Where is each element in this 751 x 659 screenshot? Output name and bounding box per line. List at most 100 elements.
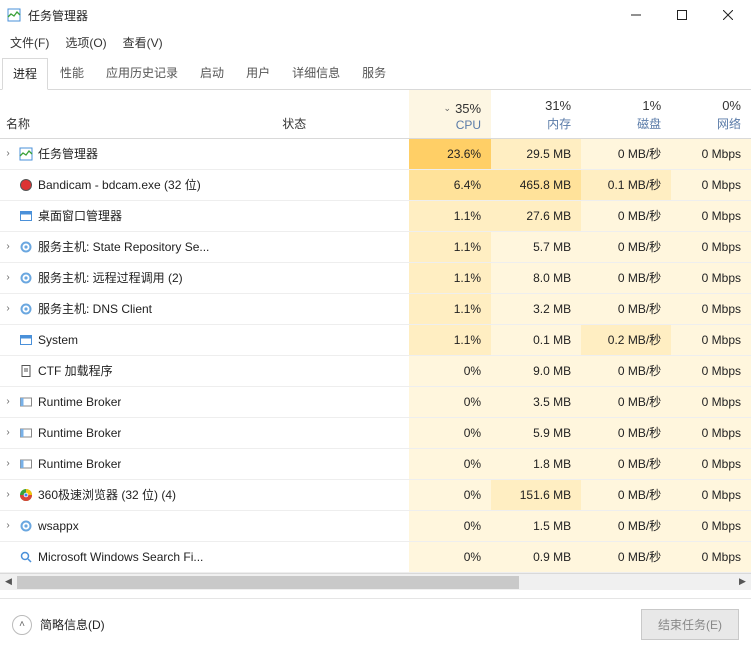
- gear-icon: [18, 301, 34, 317]
- cell-name: 桌面窗口管理器: [0, 200, 276, 231]
- scroll-thumb[interactable]: [17, 576, 519, 589]
- fewer-details-toggle[interactable]: ˄: [12, 615, 32, 635]
- col-net-label: 网络: [717, 117, 741, 131]
- cell-name: ›Runtime Broker: [0, 417, 276, 448]
- maximize-button[interactable]: [659, 0, 705, 30]
- process-name: 360极速浏览器 (32 位) (4): [38, 486, 176, 503]
- cell-status: [276, 510, 409, 541]
- col-net[interactable]: 0% 网络: [671, 90, 751, 138]
- cell-cpu: 0%: [409, 510, 491, 541]
- expander-icon[interactable]: ›: [2, 272, 14, 283]
- end-task-button[interactable]: 结束任务(E): [641, 609, 739, 640]
- menu-file[interactable]: 文件(F): [6, 32, 53, 53]
- horizontal-scrollbar[interactable]: ◀ ▶: [0, 573, 751, 590]
- tab-bar: 进程 性能 应用历史记录 启动 用户 详细信息 服务: [0, 57, 751, 90]
- col-mem-pct: 31%: [497, 98, 571, 113]
- cell-mem: 27.6 MB: [491, 200, 581, 231]
- window-icon: [18, 332, 34, 348]
- col-disk-label: 磁盘: [637, 117, 661, 131]
- scroll-right-icon[interactable]: ▶: [734, 573, 751, 590]
- scroll-left-icon[interactable]: ◀: [0, 573, 17, 590]
- cell-disk: 0 MB/秒: [581, 386, 671, 417]
- table-row[interactable]: Bandicam - bdcam.exe (32 位)6.4%465.8 MB0…: [0, 169, 751, 200]
- tab-app-history[interactable]: 应用历史记录: [96, 58, 188, 90]
- cell-mem: 1.5 MB: [491, 510, 581, 541]
- file-icon: [18, 363, 34, 379]
- table-row[interactable]: ›Runtime Broker0%3.5 MB0 MB/秒0 Mbps: [0, 386, 751, 417]
- cell-disk: 0 MB/秒: [581, 262, 671, 293]
- process-name: 服务主机: DNS Client: [38, 300, 152, 317]
- table-row[interactable]: ›Runtime Broker0%5.9 MB0 MB/秒0 Mbps: [0, 417, 751, 448]
- cell-mem: 0.9 MB: [491, 541, 581, 572]
- col-status[interactable]: 状态: [276, 90, 409, 138]
- cell-name: Microsoft Windows Search Fi...: [0, 541, 276, 572]
- table-row[interactable]: ›任务管理器23.6%29.5 MB0 MB/秒0 Mbps: [0, 138, 751, 169]
- cell-cpu: 1.1%: [409, 324, 491, 355]
- fewer-details-label[interactable]: 简略信息(D): [40, 616, 105, 633]
- cell-name: › wsappx: [0, 510, 276, 541]
- titlebar: 任务管理器: [0, 0, 751, 30]
- cell-status: [276, 355, 409, 386]
- cell-status: [276, 386, 409, 417]
- cell-name: Bandicam - bdcam.exe (32 位): [0, 169, 276, 200]
- gear-icon: [18, 239, 34, 255]
- expander-icon[interactable]: ›: [2, 458, 14, 469]
- menu-view[interactable]: 查看(V): [119, 32, 167, 53]
- tab-processes[interactable]: 进程: [2, 58, 48, 90]
- cell-net: 0 Mbps: [671, 448, 751, 479]
- expander-icon[interactable]: ›: [2, 489, 14, 500]
- tab-details[interactable]: 详细信息: [282, 58, 350, 90]
- table-row[interactable]: ›Runtime Broker0%1.8 MB0 MB/秒0 Mbps: [0, 448, 751, 479]
- col-status-label: 状态: [282, 117, 306, 131]
- cell-name: System: [0, 324, 276, 355]
- process-name: CTF 加载程序: [38, 362, 113, 379]
- table-row[interactable]: ›服务主机: DNS Client1.1%3.2 MB0 MB/秒0 Mbps: [0, 293, 751, 324]
- expander-icon[interactable]: ›: [2, 396, 14, 407]
- table-row[interactable]: Microsoft Windows Search Fi...0%0.9 MB0 …: [0, 541, 751, 572]
- tab-performance[interactable]: 性能: [50, 58, 94, 90]
- cell-net: 0 Mbps: [671, 138, 751, 169]
- cell-cpu: 1.1%: [409, 293, 491, 324]
- expander-icon[interactable]: ›: [2, 241, 14, 252]
- menu-options[interactable]: 选项(O): [61, 32, 110, 53]
- expander-icon[interactable]: ›: [2, 520, 14, 531]
- col-mem[interactable]: 31% 内存: [491, 90, 581, 138]
- table-row[interactable]: System1.1%0.1 MB0.2 MB/秒0 Mbps: [0, 324, 751, 355]
- table-row[interactable]: 桌面窗口管理器1.1%27.6 MB0 MB/秒0 Mbps: [0, 200, 751, 231]
- cell-status: [276, 169, 409, 200]
- close-button[interactable]: [705, 0, 751, 30]
- cell-status: [276, 262, 409, 293]
- table-row[interactable]: ›wsappx0%1.5 MB0 MB/秒0 Mbps: [0, 510, 751, 541]
- cell-disk: 0.1 MB/秒: [581, 169, 671, 200]
- cell-net: 0 Mbps: [671, 510, 751, 541]
- col-disk-pct: 1%: [587, 98, 661, 113]
- cell-disk: 0 MB/秒: [581, 293, 671, 324]
- col-cpu[interactable]: ⌄35% CPU: [409, 90, 491, 138]
- col-name[interactable]: 名称: [0, 90, 276, 138]
- process-name: wsappx: [38, 519, 79, 533]
- expander-icon[interactable]: ›: [2, 427, 14, 438]
- cell-status: [276, 293, 409, 324]
- expander-icon[interactable]: ›: [2, 303, 14, 314]
- minimize-button[interactable]: [613, 0, 659, 30]
- table-row[interactable]: ›服务主机: State Repository Se...1.1%5.7 MB0…: [0, 231, 751, 262]
- footer: ˄ 简略信息(D) 结束任务(E): [0, 598, 751, 650]
- process-name: System: [38, 333, 78, 347]
- expander-icon[interactable]: ›: [2, 148, 14, 159]
- cell-mem: 465.8 MB: [491, 169, 581, 200]
- table-row[interactable]: ›服务主机: 远程过程调用 (2)1.1%8.0 MB0 MB/秒0 Mbps: [0, 262, 751, 293]
- chevron-up-icon: ˄: [19, 619, 25, 630]
- tab-startup[interactable]: 启动: [190, 58, 234, 90]
- tab-services[interactable]: 服务: [352, 58, 396, 90]
- table-row[interactable]: CTF 加载程序0%9.0 MB0 MB/秒0 Mbps: [0, 355, 751, 386]
- cell-status: [276, 417, 409, 448]
- tab-users[interactable]: 用户: [236, 58, 280, 90]
- cell-cpu: 23.6%: [409, 138, 491, 169]
- col-disk[interactable]: 1% 磁盘: [581, 90, 671, 138]
- cell-disk: 0 MB/秒: [581, 541, 671, 572]
- cell-net: 0 Mbps: [671, 386, 751, 417]
- process-name: Bandicam - bdcam.exe (32 位): [38, 176, 201, 193]
- cell-disk: 0 MB/秒: [581, 138, 671, 169]
- cell-disk: 0 MB/秒: [581, 417, 671, 448]
- table-row[interactable]: ›360极速浏览器 (32 位) (4)0%151.6 MB0 MB/秒0 Mb…: [0, 479, 751, 510]
